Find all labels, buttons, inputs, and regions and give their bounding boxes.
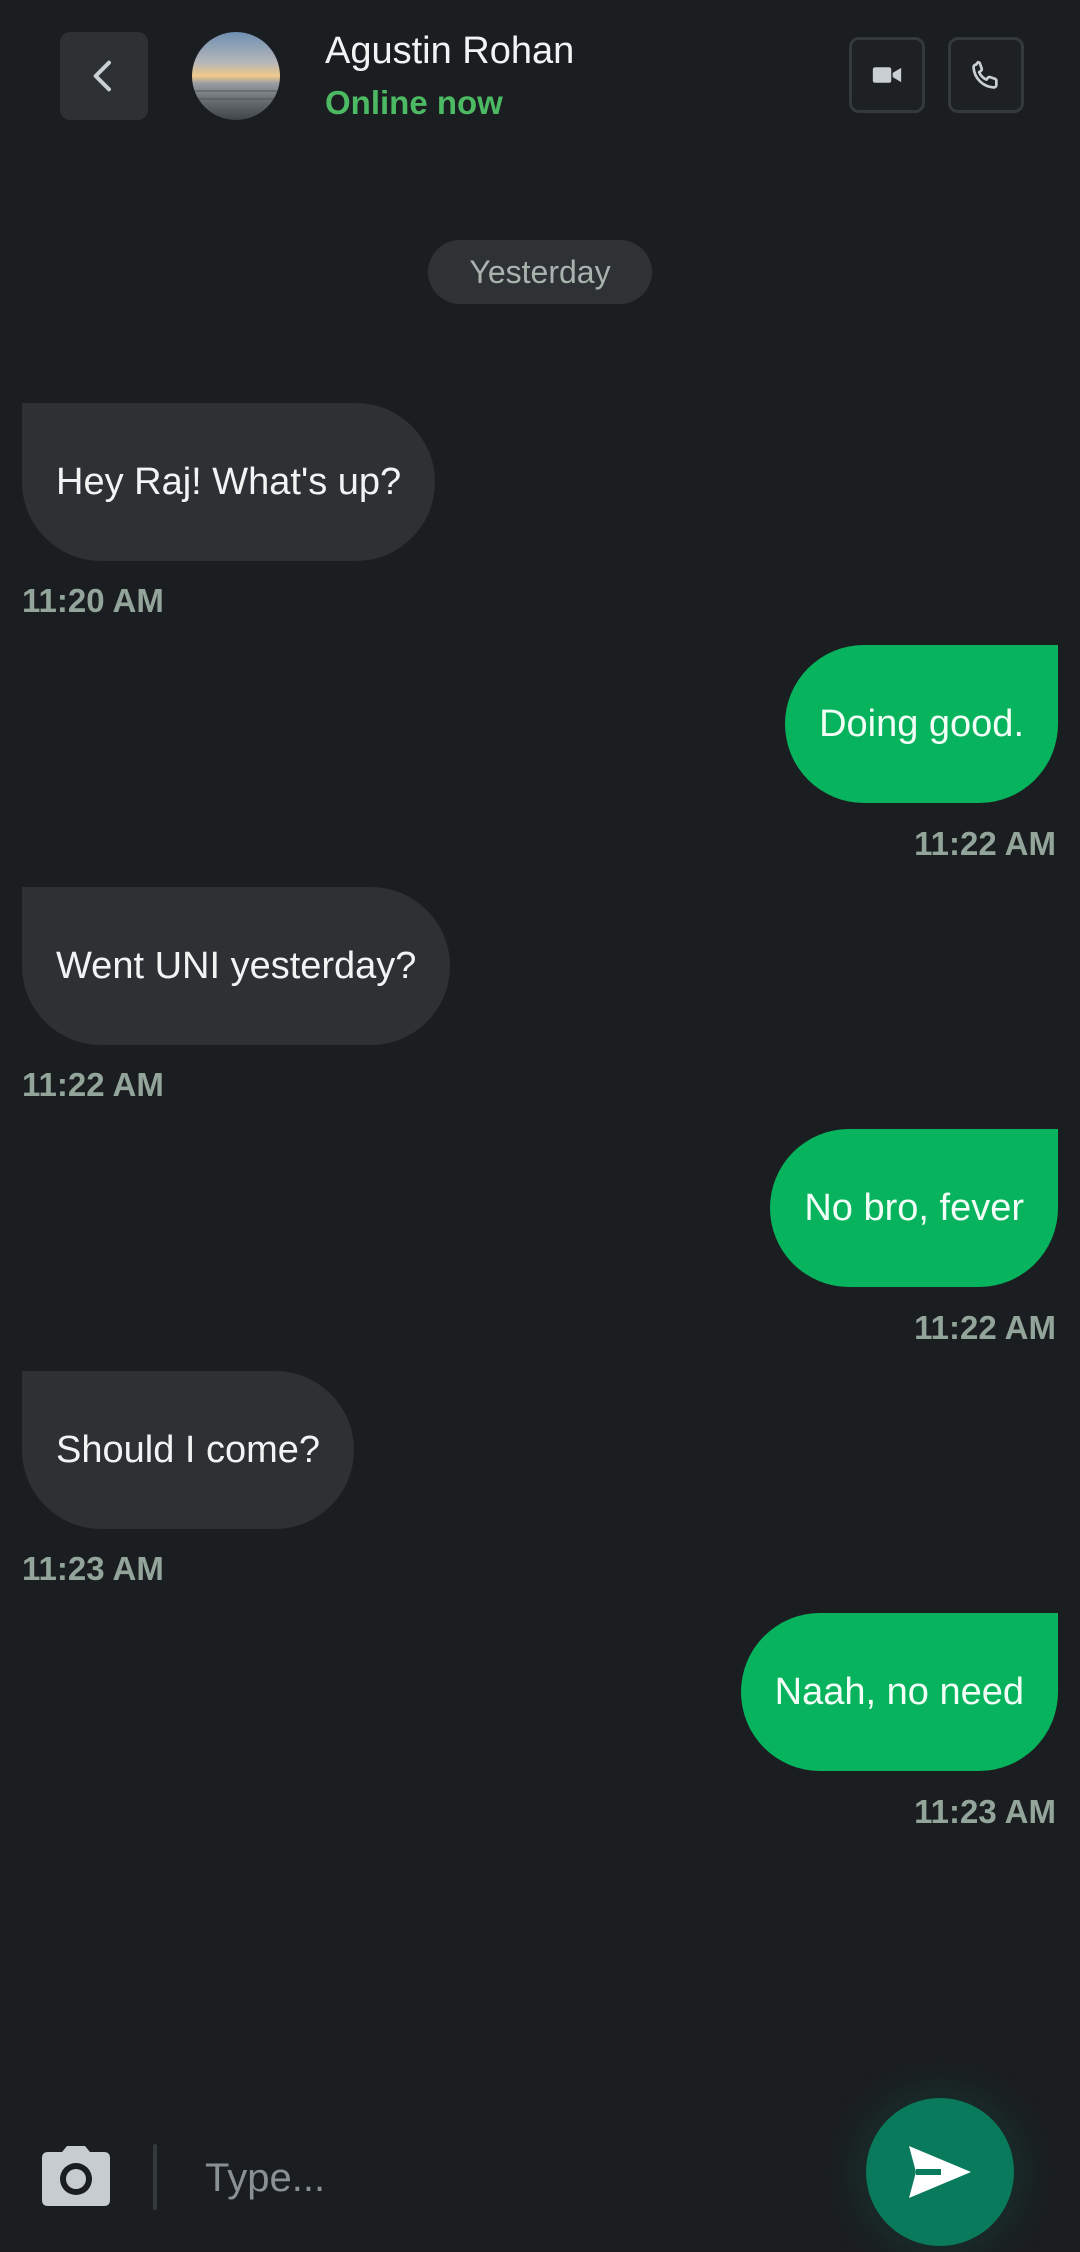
video-call-button[interactable] <box>849 37 925 113</box>
outgoing-message[interactable]: Naah, no need <box>740 1613 1058 1771</box>
send-button[interactable] <box>866 2098 1014 2246</box>
contact-name: Agustin Rohan <box>325 30 575 72</box>
composer-divider <box>153 2144 157 2210</box>
online-status: Online now <box>325 84 503 121</box>
incoming-message[interactable]: Hey Raj! What's up? <box>22 403 436 561</box>
chat-screen: Agustin Rohan Online now Yesterday Hey R… <box>0 0 1080 2252</box>
message-time: 11:23 AM <box>22 1550 164 1587</box>
message-time: 11:20 AM <box>22 582 164 619</box>
message-input[interactable] <box>185 2140 865 2216</box>
message-time: 11:22 AM <box>914 1309 1056 1346</box>
chat-header: Agustin Rohan Online now <box>0 0 1080 150</box>
message-time: 11:22 AM <box>914 825 1056 862</box>
message-time: 11:23 AM <box>914 1793 1056 1830</box>
chevron-left-icon <box>93 60 111 92</box>
message-time: 11:22 AM <box>22 1066 164 1103</box>
date-divider: Yesterday <box>428 240 652 304</box>
outgoing-message[interactable]: Doing good. <box>785 645 1058 803</box>
camera-icon <box>42 2146 110 2206</box>
phone-icon <box>972 60 998 89</box>
back-button[interactable] <box>60 32 148 120</box>
incoming-message[interactable]: Went UNI yesterday? <box>22 887 451 1045</box>
send-icon <box>909 2146 971 2198</box>
outgoing-message[interactable]: No bro, fever <box>770 1129 1058 1287</box>
camera-button[interactable] <box>40 2144 112 2208</box>
voice-call-button[interactable] <box>948 37 1024 113</box>
video-camera-icon <box>872 67 902 83</box>
incoming-message[interactable]: Should I come? <box>22 1371 355 1529</box>
avatar-image <box>192 32 280 120</box>
avatar[interactable] <box>192 32 280 120</box>
